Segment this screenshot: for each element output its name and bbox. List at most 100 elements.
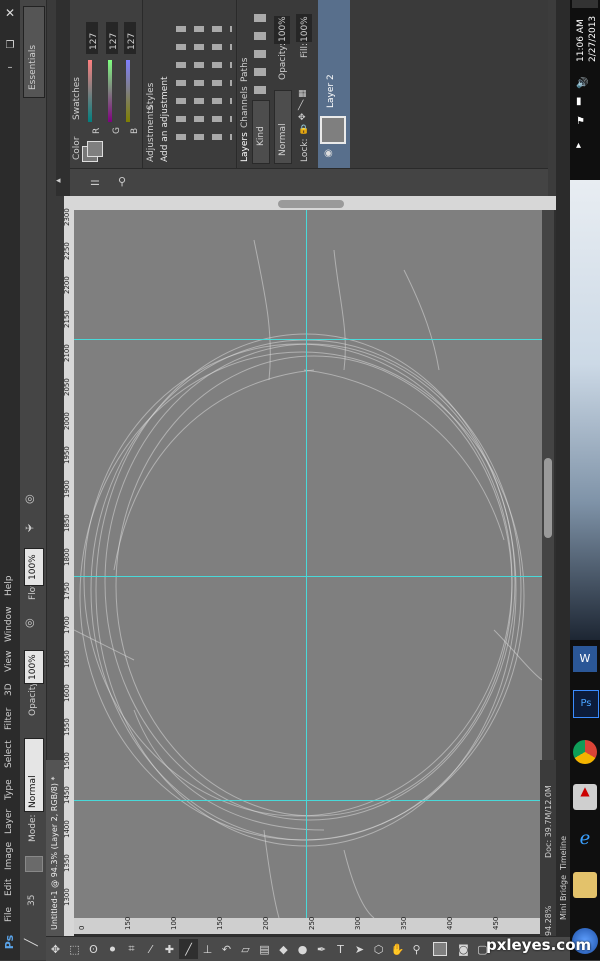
visibility-eye-icon[interactable]: ◉ <box>324 148 338 162</box>
guide-vertical-1 <box>306 210 307 918</box>
guide-horizontal-1 <box>74 339 542 340</box>
ps-logo: Ps <box>3 934 16 950</box>
tab-styles[interactable]: Styles <box>146 83 156 110</box>
foreground-color-swatch[interactable] <box>87 141 103 157</box>
type-tool-icon[interactable]: T <box>331 939 350 959</box>
minimize-icon[interactable]: – <box>2 62 18 76</box>
action-center-icon[interactable]: ⚑ <box>576 116 592 130</box>
horizontal-scrollbar[interactable] <box>278 200 344 208</box>
crop-tool-icon[interactable]: ⌗ <box>122 939 141 959</box>
layer-name[interactable]: Layer 2 <box>326 74 336 108</box>
lasso-tool-icon[interactable]: ʘ <box>84 939 103 959</box>
menu-item-file[interactable]: File <box>4 907 14 922</box>
slider-r[interactable] <box>88 60 92 122</box>
workspace-label: Essentials <box>28 44 38 90</box>
healing-tool-icon[interactable]: ✚ <box>160 939 179 959</box>
marquee-tool-icon[interactable]: ⬚ <box>65 939 84 959</box>
brush-tool-icon[interactable]: ╱ <box>24 928 42 946</box>
label-g: G <box>112 127 122 134</box>
brush-preset-icon[interactable]: ⚌ <box>90 175 106 191</box>
taskbar-explorer-icon[interactable] <box>573 872 597 898</box>
taskbar-photoshop-icon[interactable]: Ps <box>573 690 599 718</box>
layer-thumbnail <box>320 116 346 144</box>
tab-paths[interactable]: Paths <box>240 58 250 82</box>
menu-item-filter[interactable]: Filter <box>4 708 14 730</box>
restore-icon[interactable]: ❐ <box>2 40 18 54</box>
scrollbar-thumb[interactable] <box>544 458 552 538</box>
pressure-size-icon[interactable]: ◎ <box>25 492 41 508</box>
foreground-background-colors[interactable] <box>426 939 454 959</box>
tab-adjustments[interactable]: Adjustments <box>146 106 156 162</box>
brush-size[interactable]: 35 <box>27 895 37 906</box>
watermark: pxleyes.com <box>486 936 592 954</box>
tab-color[interactable]: Color <box>72 137 82 161</box>
shape-tool-icon[interactable]: ⬡ <box>369 939 388 959</box>
layers-panel: Layers Channels Paths Kind Normal Opacit… <box>238 0 548 168</box>
close-icon[interactable]: ✕ <box>2 6 18 22</box>
show-desktop-button[interactable] <box>572 0 598 8</box>
gradient-tool-icon[interactable]: ▤ <box>255 939 274 959</box>
eraser-tool-icon[interactable]: ▱ <box>236 939 255 959</box>
ruler-mark: 1800 <box>63 548 71 566</box>
lock-icons[interactable]: ▦ ╱ ✥ 🔒 <box>298 88 310 138</box>
brush-tool-icon[interactable]: ╱ <box>179 939 198 959</box>
color-panel: Color Swatches R G B 127 127 127 <box>70 0 156 168</box>
slider-g[interactable] <box>108 60 112 122</box>
network-icon[interactable]: ▮ <box>576 96 592 110</box>
taskbar-ie-icon[interactable]: ℯ <box>573 828 597 854</box>
tab-channels[interactable]: Channels <box>240 86 250 128</box>
status-bar: 94.28% Doc: 39.7M/12.0M <box>540 760 556 936</box>
hand-tool-icon[interactable]: ✋ <box>388 939 407 959</box>
taskbar-time: 11:06 AM <box>576 19 586 62</box>
eyedropper-tool-icon[interactable]: ⁄ <box>141 939 160 959</box>
tab-mini-bridge[interactable]: Mini Bridge <box>559 875 568 920</box>
ruler-mark: 1950 <box>63 446 71 464</box>
volume-icon[interactable]: 🔊 <box>576 78 592 92</box>
quick-mask-icon[interactable]: ◙ <box>454 939 473 959</box>
zoom-level[interactable]: 94.28% <box>544 905 553 936</box>
menu-item-help[interactable]: Help <box>4 575 14 596</box>
taskbar-acrobat-icon[interactable]: ▲ <box>573 784 597 810</box>
label-r: R <box>92 127 102 134</box>
menu-item-select[interactable]: Select <box>4 740 14 768</box>
menu-item-view[interactable]: View <box>4 651 14 672</box>
ruler-mark: 1450 <box>63 786 71 804</box>
menu-item-image[interactable]: Image <box>4 842 14 870</box>
menu-item-layer[interactable]: Layer <box>4 809 14 834</box>
menu-item-edit[interactable]: Edit <box>4 879 14 896</box>
guide-horizontal-3 <box>74 800 542 801</box>
menu-item-type[interactable]: Type <box>4 779 14 800</box>
adjustment-icon-grid[interactable] <box>176 22 232 140</box>
slider-b[interactable] <box>126 60 130 122</box>
history-brush-tool-icon[interactable]: ↶ <box>217 939 236 959</box>
tray-expand-icon[interactable]: ▴ <box>576 140 592 154</box>
pressure-opacity-icon[interactable]: ◎ <box>25 616 41 632</box>
tab-swatches[interactable]: Swatches <box>72 77 82 120</box>
clone-source-icon[interactable]: ⚲ <box>118 175 134 191</box>
value-r: 127 <box>89 32 99 50</box>
tab-timeline[interactable]: Timeline <box>559 836 568 870</box>
opacity-value: 100% <box>28 654 38 680</box>
layer-filter-icons[interactable] <box>254 14 266 94</box>
clone-stamp-tool-icon[interactable]: ⊥ <box>198 939 217 959</box>
tab-layers[interactable]: Layers <box>240 132 250 162</box>
pen-tool-icon[interactable]: ✒ <box>312 939 331 959</box>
side-ruler-mark: 250 <box>308 916 316 930</box>
history-icon[interactable]: ◂ <box>56 176 70 192</box>
menu-item-3d[interactable]: 3D <box>4 683 14 696</box>
document-canvas[interactable] <box>74 210 542 918</box>
lock-label: Lock: <box>300 138 310 162</box>
airbrush-icon[interactable]: ✈ <box>25 522 41 538</box>
blur-tool-icon[interactable]: ◆ <box>274 939 293 959</box>
path-select-tool-icon[interactable]: ➤ <box>350 939 369 959</box>
zoom-tool-icon[interactable]: ⚲ <box>407 939 426 959</box>
menu-item-window[interactable]: Window <box>4 607 14 643</box>
ruler-mark: 2000 <box>63 412 71 430</box>
move-tool-icon[interactable]: ✥ <box>46 939 65 959</box>
taskbar-word-icon[interactable]: W <box>573 646 597 672</box>
document-tab[interactable]: Untitled-1 @ 94.3% (Layer 2, RGB/8) * <box>46 760 64 936</box>
brush-panel-icon[interactable] <box>25 856 43 872</box>
quick-select-tool-icon[interactable]: ⚫ <box>103 939 122 959</box>
taskbar-chrome-icon[interactable] <box>573 740 597 764</box>
dodge-tool-icon[interactable]: ● <box>293 939 312 959</box>
